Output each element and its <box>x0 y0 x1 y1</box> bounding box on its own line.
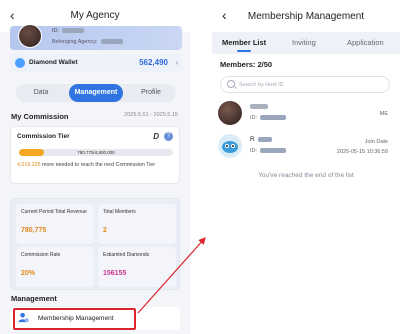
stat-commission-rate: Commission Rate 20% <box>16 247 94 287</box>
avatar[interactable] <box>18 24 42 48</box>
tier-progress-bar: 780,775/4,800,000 <box>19 149 173 156</box>
agency-card: ID: Belonging Agency: <box>10 24 182 50</box>
member-id-label: ID: <box>250 148 258 154</box>
redacted-text <box>257 136 272 142</box>
header: ‹ Membership Management <box>212 0 400 34</box>
belonging-agency-label: Belonging Agency: <box>52 39 98 45</box>
commission-tier-label: Commission Tier <box>17 133 70 140</box>
tier-value: D <box>153 132 159 141</box>
search-placeholder: Search by Host ID <box>239 82 284 88</box>
stat-estimated-diamonds: Estiamted Diamonds 156155 <box>98 247 176 287</box>
stage: ‹ My Agency ID: Belonging Agency: Diamon… <box>0 0 400 334</box>
management-section-title: Management <box>11 294 57 303</box>
member-name: R <box>250 136 272 143</box>
agency-id-label: ID: <box>52 28 60 34</box>
note-text: more needed to reach the next Commission… <box>40 162 156 168</box>
tier-note: 4,019,225 more needed to reach the next … <box>17 162 155 168</box>
join-date-value: 2025-05-15 10:36:59 <box>336 149 388 155</box>
tab-inviting[interactable]: Inviting <box>292 38 316 47</box>
redacted-text <box>260 115 287 121</box>
members-count: Members: 2/50 <box>220 60 273 69</box>
highlight-box <box>13 308 136 330</box>
wallet-label: Diamond Wallet <box>29 59 78 66</box>
stat-label: Current Period Total Revenue <box>21 209 87 215</box>
stat-total-revenue: Current Period Total Revenue 780,775 <box>16 204 94 244</box>
chevron-right-icon: › <box>175 58 178 67</box>
redacted-name <box>250 104 268 109</box>
avatar <box>218 101 242 125</box>
membership-management-screen: ‹ Membership Management Member List Invi… <box>212 0 400 334</box>
stat-value: 2 <box>103 227 107 234</box>
stat-label: Estiamted Diamonds <box>103 252 150 258</box>
list-item[interactable]: ID: ME <box>218 101 394 133</box>
note-amount: 4,019,225 <box>17 162 41 168</box>
join-date-label: Join Date <box>364 139 388 145</box>
tab-member-list[interactable]: Member List <box>222 38 266 47</box>
date-range: 2025.5.01 - 2025.5.15 <box>124 112 178 118</box>
active-tab-indicator <box>237 50 251 52</box>
help-icon[interactable]: ? <box>164 132 173 141</box>
commission-tier-card: Commission Tier D ? 780,775/4,800,000 4,… <box>10 126 180 184</box>
list-item[interactable]: R ID: Join Date 2025-05-15 10:36:59 <box>218 134 394 166</box>
commission-section-title: My Commission <box>11 112 69 121</box>
tab-data[interactable]: Data <box>16 84 66 102</box>
tab-profile[interactable]: Profile <box>126 84 176 102</box>
end-of-list-message: You've reached the end of the list <box>258 172 354 179</box>
search-icon <box>227 80 235 88</box>
wallet-value: 562,490 <box>139 58 168 67</box>
agency-id: ID: <box>52 28 85 34</box>
stat-label: Total Members <box>103 209 136 215</box>
redacted-text <box>100 39 123 45</box>
member-id-label: ID: <box>250 115 258 121</box>
belonging-agency: Belonging Agency: <box>52 39 123 45</box>
tab-application[interactable]: Application <box>347 38 384 47</box>
search-input[interactable]: Search by Host ID <box>220 76 390 93</box>
redacted-text <box>62 28 85 34</box>
member-id: ID: <box>250 115 287 121</box>
diamond-wallet-row[interactable]: Diamond Wallet 562,490 › <box>10 54 182 72</box>
diamond-icon <box>15 58 25 68</box>
tab-bar: Data Management Profile <box>16 84 176 102</box>
page-title: Membership Management <box>247 11 365 22</box>
stat-value: 20% <box>21 270 36 277</box>
member-id: ID: <box>250 148 287 154</box>
page-title: My Agency <box>70 10 120 21</box>
tab-bar: Member List Inviting Application <box>212 32 400 54</box>
stat-label: Commission Rate <box>21 252 61 258</box>
redacted-text <box>260 148 287 154</box>
stat-value: 156155 <box>103 270 127 277</box>
stats-panel: Current Period Total Revenue 780,775 Tot… <box>10 198 180 290</box>
me-badge: ME <box>379 111 388 117</box>
my-agency-screen: ‹ My Agency ID: Belonging Agency: Diamon… <box>0 0 190 334</box>
tab-management[interactable]: Management <box>69 84 123 102</box>
stat-value: 780,775 <box>21 227 47 234</box>
member-name-initial: R <box>250 136 255 143</box>
avatar <box>218 134 242 158</box>
stat-total-members: Total Members 2 <box>98 204 176 244</box>
progress-text: 780,775/4,800,000 <box>77 150 115 155</box>
